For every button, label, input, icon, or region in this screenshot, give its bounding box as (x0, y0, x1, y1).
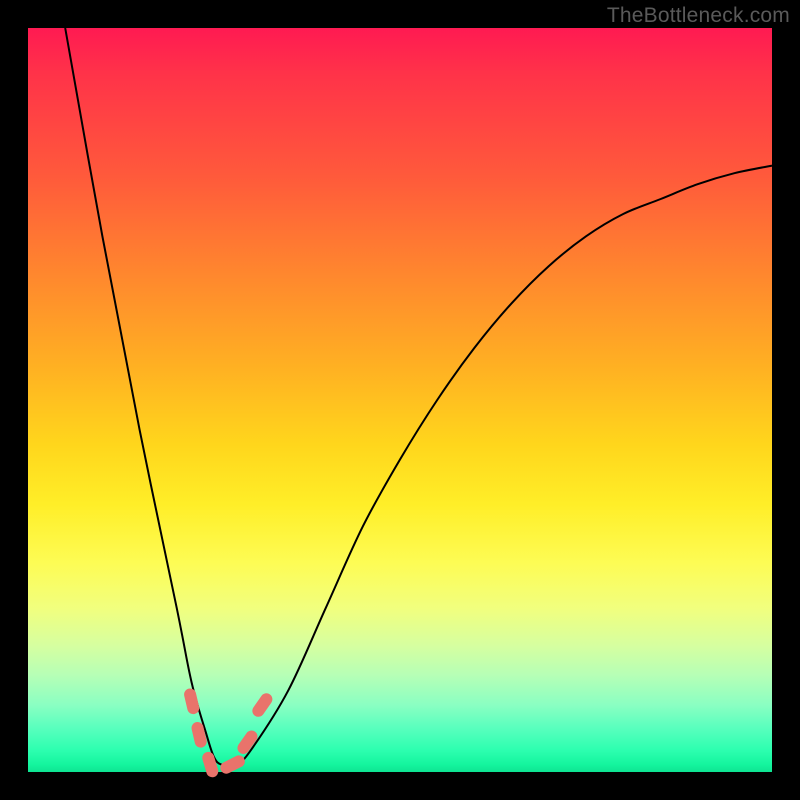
bottleneck-curve-svg (28, 28, 772, 772)
bottleneck-curve (65, 28, 772, 766)
minimum-marker (183, 687, 201, 715)
minimum-marker (218, 753, 247, 775)
plot-area (28, 28, 772, 772)
minimum-marker (201, 750, 220, 778)
watermark-label: TheBottleneck.com (607, 4, 790, 28)
minimum-markers (183, 687, 275, 778)
chart-frame: TheBottleneck.com (0, 0, 800, 800)
minimum-marker (250, 691, 275, 719)
minimum-marker (190, 721, 208, 749)
